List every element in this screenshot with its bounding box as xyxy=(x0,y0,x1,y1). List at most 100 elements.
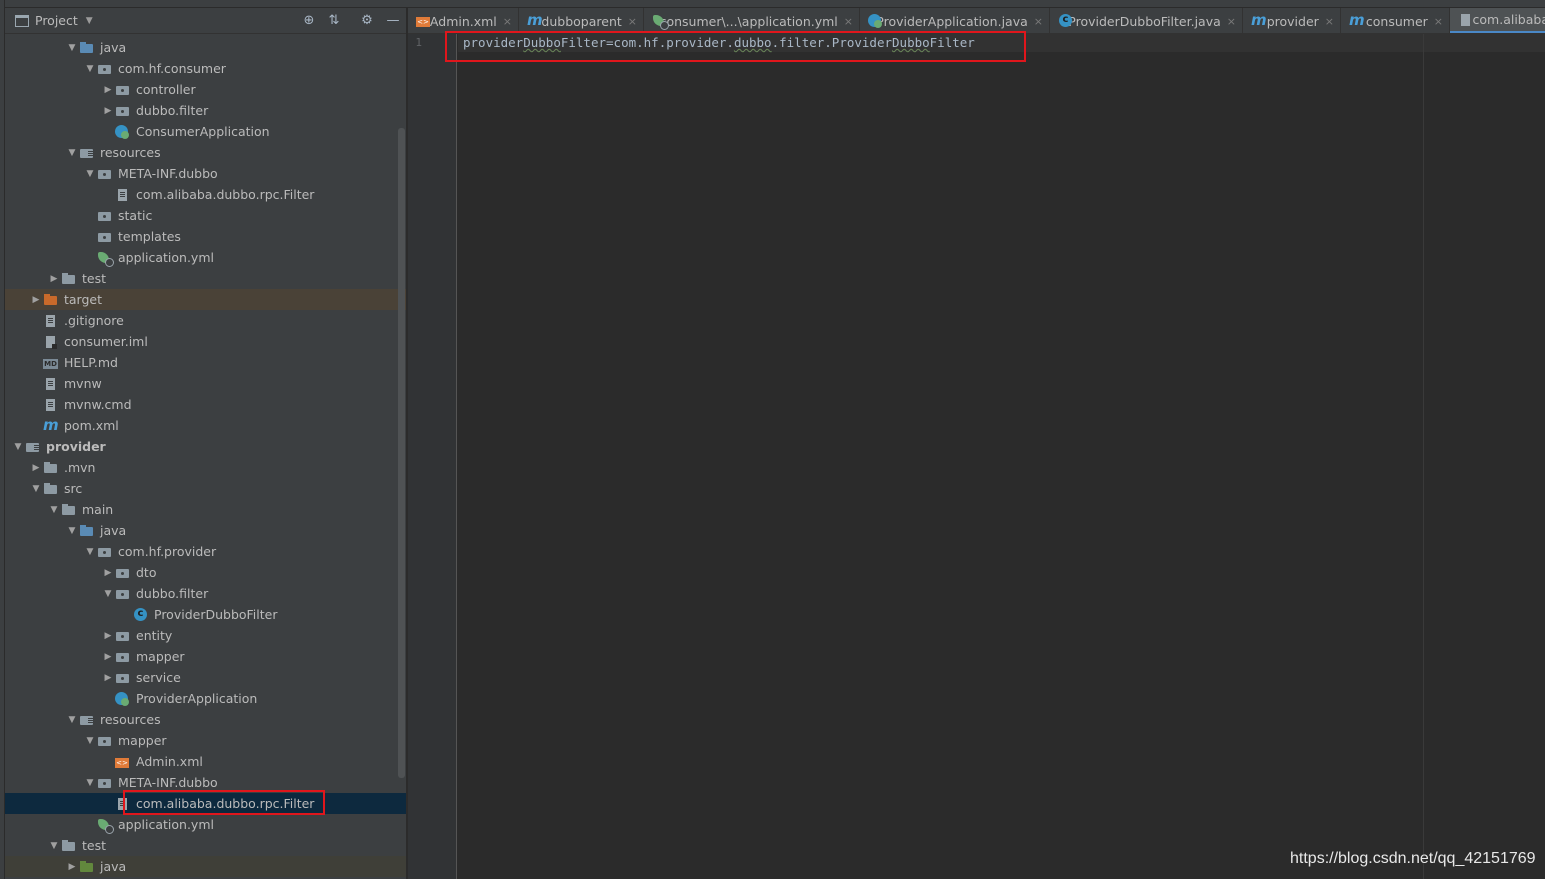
tree-row[interactable]: ▼ com.hf.consumer xyxy=(5,58,406,79)
collapsed-arrow-icon[interactable]: ▶ xyxy=(101,106,115,116)
expanded-arrow-icon[interactable]: ▼ xyxy=(47,505,61,515)
tree-item-label: resources xyxy=(100,712,161,727)
tree-row[interactable]: mvnw.cmd xyxy=(5,394,406,415)
tree-row[interactable]: ▼ com.hf.provider xyxy=(5,541,406,562)
tree-row[interactable]: Admin.xml xyxy=(5,751,406,772)
locate-icon[interactable]: ⊕ xyxy=(301,13,317,29)
tree-row[interactable]: ▼ provider xyxy=(5,436,406,457)
collapsed-arrow-icon[interactable]: ▶ xyxy=(65,862,79,872)
close-icon[interactable]: × xyxy=(1227,15,1236,28)
minimize-icon[interactable]: — xyxy=(385,13,401,29)
collapsed-arrow-icon[interactable]: ▶ xyxy=(29,295,43,305)
editor-tab[interactable]: ProviderDubboFilter.java × xyxy=(1050,8,1243,33)
tree-row[interactable]: pom.xml xyxy=(5,415,406,436)
tree-row[interactable]: ▼ java xyxy=(5,520,406,541)
tree-row[interactable]: ▼ resources xyxy=(5,142,406,163)
tree-row[interactable]: ProviderApplication xyxy=(5,688,406,709)
expanded-arrow-icon[interactable]: ▼ xyxy=(83,778,97,788)
tree-row[interactable]: com.alibaba.dubbo.rpc.Filter xyxy=(5,793,406,814)
tree-row[interactable]: ▼ mapper xyxy=(5,730,406,751)
tree-row[interactable]: ▼ java xyxy=(5,37,406,58)
tree-row[interactable]: ProviderDubboFilter xyxy=(5,604,406,625)
tree-row[interactable]: application.yml xyxy=(5,247,406,268)
tree-row[interactable]: ▶ dto xyxy=(5,562,406,583)
collapsed-arrow-icon[interactable]: ▶ xyxy=(47,274,61,284)
tree-row[interactable]: ▼ test xyxy=(5,835,406,856)
expanded-arrow-icon[interactable]: ▼ xyxy=(65,526,79,536)
tree-row[interactable]: ▼ main xyxy=(5,499,406,520)
expanded-arrow-icon[interactable]: ▼ xyxy=(83,736,97,746)
tree-item-label: templates xyxy=(118,229,181,244)
folder-icon xyxy=(61,503,77,517)
collapsed-arrow-icon[interactable]: ▶ xyxy=(101,85,115,95)
editor-tab[interactable]: ProviderApplication.java × xyxy=(860,8,1050,33)
collapsed-arrow-icon[interactable]: ▶ xyxy=(101,568,115,578)
expanded-arrow-icon[interactable]: ▼ xyxy=(65,43,79,53)
expanded-arrow-icon[interactable]: ▼ xyxy=(65,148,79,158)
tree-row[interactable]: com.alibaba.dubbo.rpc.Filter xyxy=(5,184,406,205)
tree-row[interactable]: ▶ entity xyxy=(5,625,406,646)
file-icon xyxy=(115,797,131,811)
tree-row[interactable]: static xyxy=(5,205,406,226)
code-line[interactable]: providerDubboFilter=com.hf.provider.dubb… xyxy=(463,35,975,50)
tree-row[interactable]: ▶ .mvn xyxy=(5,457,406,478)
tree-row[interactable]: ▶ dubbo.filter xyxy=(5,100,406,121)
tree-row[interactable]: ▼ dubbo.filter xyxy=(5,583,406,604)
tree-row[interactable]: .gitignore xyxy=(5,310,406,331)
collapsed-arrow-icon[interactable]: ▶ xyxy=(101,631,115,641)
tree-row[interactable]: HELP.md xyxy=(5,352,406,373)
editor-tab[interactable]: consumer\...\application.yml × xyxy=(644,8,860,33)
tree-row[interactable]: application.yml xyxy=(5,814,406,835)
gear-icon[interactable]: ⚙ xyxy=(359,13,375,29)
tree-row[interactable]: ConsumerApplication xyxy=(5,121,406,142)
expanded-arrow-icon[interactable]: ▼ xyxy=(29,484,43,494)
tab-label: consumer xyxy=(1365,13,1428,29)
editor-tab[interactable]: Admin.xml × xyxy=(408,8,519,33)
tab-label: Admin.xml xyxy=(429,13,497,29)
project-view-selector[interactable]: Project xyxy=(35,13,78,28)
close-icon[interactable]: × xyxy=(628,15,637,28)
expanded-arrow-icon[interactable]: ▼ xyxy=(83,64,97,74)
tree-row[interactable]: ▶ service xyxy=(5,667,406,688)
expanded-arrow-icon[interactable]: ▼ xyxy=(47,841,61,851)
tree-row[interactable]: ▼ src xyxy=(5,478,406,499)
tree-item-label: .gitignore xyxy=(64,313,124,328)
collapsed-arrow-icon[interactable]: ▶ xyxy=(101,673,115,683)
tree-row[interactable]: ▼ META-INF.dubbo xyxy=(5,772,406,793)
tree-row[interactable]: mvnw xyxy=(5,373,406,394)
expanded-arrow-icon[interactable]: ▼ xyxy=(83,169,97,179)
tree-row[interactable]: ▶ mapper xyxy=(5,646,406,667)
close-icon[interactable]: × xyxy=(1434,15,1443,28)
collapsed-arrow-icon[interactable]: ▶ xyxy=(29,463,43,473)
collapse-all-icon[interactable]: ⇅ xyxy=(326,13,342,29)
tree-row[interactable]: ▶ controller xyxy=(5,79,406,100)
maven-icon xyxy=(1251,11,1266,29)
tree-item-label: application.yml xyxy=(118,250,214,265)
project-tree-scrollbar[interactable] xyxy=(398,128,405,778)
package-icon xyxy=(97,734,113,748)
tree-row[interactable]: templates xyxy=(5,226,406,247)
close-icon[interactable]: × xyxy=(1034,15,1043,28)
tree-row[interactable]: ▼ META-INF.dubbo xyxy=(5,163,406,184)
editor-tab[interactable]: consumer × xyxy=(1341,8,1450,33)
editor-area[interactable]: providerDubboFilter=com.hf.provider.dubb… xyxy=(458,34,1545,879)
close-icon[interactable]: × xyxy=(503,15,512,28)
collapsed-arrow-icon[interactable]: ▶ xyxy=(101,652,115,662)
expanded-arrow-icon[interactable]: ▼ xyxy=(101,589,115,599)
tree-row[interactable]: ▼ resources xyxy=(5,709,406,730)
expanded-arrow-icon[interactable]: ▼ xyxy=(11,442,25,452)
tree-row[interactable]: consumer.iml xyxy=(5,331,406,352)
tree-row[interactable]: ▶ test xyxy=(5,268,406,289)
expanded-arrow-icon[interactable]: ▼ xyxy=(83,547,97,557)
editor-tab[interactable]: provider × xyxy=(1243,8,1341,33)
expanded-arrow-icon[interactable]: ▼ xyxy=(65,715,79,725)
close-icon[interactable]: × xyxy=(1325,15,1334,28)
close-icon[interactable]: × xyxy=(844,15,853,28)
tree-row[interactable]: ▶ java xyxy=(5,856,406,877)
editor-tab[interactable]: com.alibaba xyxy=(1450,8,1545,33)
package-icon xyxy=(115,587,131,601)
chevron-down-icon[interactable]: ▼ xyxy=(86,16,93,26)
editor-tab[interactable]: dubboparent × xyxy=(519,8,644,33)
tree-item-label: java xyxy=(100,523,127,538)
tree-row[interactable]: ▶ target xyxy=(5,289,406,310)
